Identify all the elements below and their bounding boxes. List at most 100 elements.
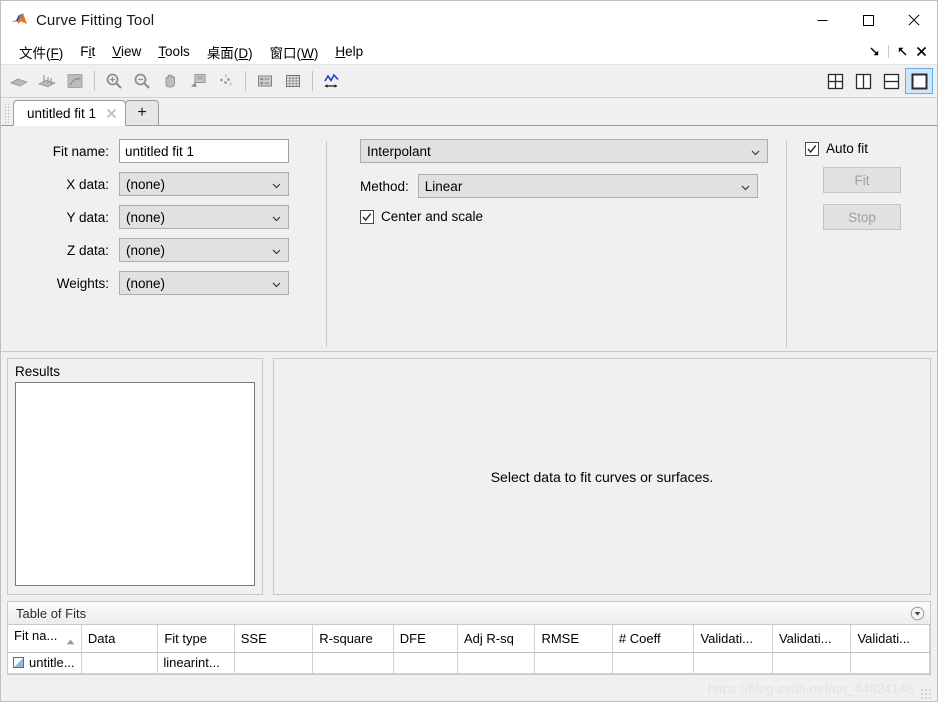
- center-and-scale-checkbox[interactable]: Center and scale: [360, 209, 768, 224]
- cell-sse[interactable]: [234, 653, 312, 674]
- cell-fit-name[interactable]: untitle...: [8, 653, 81, 674]
- minimize-button[interactable]: [799, 1, 845, 39]
- column-header-validation-3[interactable]: Validati...: [851, 625, 930, 653]
- pane-splitter[interactable]: [263, 358, 273, 595]
- axes-limits-icon[interactable]: [318, 68, 346, 94]
- center-and-scale-checkbox-box: [360, 210, 374, 224]
- cell-fit-type[interactable]: linearint...: [158, 653, 234, 674]
- x-data-label: X data:: [41, 177, 119, 192]
- z-data-row: Z data: (none): [41, 238, 326, 262]
- cell-adj-r-sq[interactable]: [457, 653, 534, 674]
- cell-num-coeff[interactable]: [612, 653, 694, 674]
- toolbar-separator-2: [245, 71, 246, 91]
- pan-hand-icon[interactable]: [156, 68, 184, 94]
- svg-text:x: x: [229, 81, 232, 87]
- tab-close-icon[interactable]: [105, 107, 118, 120]
- toolbar-separator: [94, 71, 95, 91]
- contour-plot-icon[interactable]: [61, 68, 89, 94]
- fit-name-input[interactable]: untitled fit 1: [119, 139, 289, 163]
- table-row[interactable]: untitle... linearint...: [8, 653, 930, 674]
- matlab-logo-icon: [10, 11, 28, 29]
- menu-tools[interactable]: Tools: [150, 42, 199, 61]
- y-data-row: Y data: (none): [41, 205, 326, 229]
- add-fit-tab-button[interactable]: +: [125, 100, 159, 125]
- fit-name-value: untitled fit 1: [125, 144, 194, 159]
- column-header-validation-2[interactable]: Validati...: [772, 625, 850, 653]
- column-header-fit-type[interactable]: Fit type: [158, 625, 234, 653]
- cell-data[interactable]: [81, 653, 157, 674]
- column-header-dfe[interactable]: DFE: [393, 625, 457, 653]
- grid-icon[interactable]: [279, 68, 307, 94]
- svg-text:x: x: [225, 73, 228, 79]
- stop-button[interactable]: Stop: [823, 204, 901, 230]
- cell-validation-3[interactable]: [851, 653, 930, 674]
- menu-desktop[interactable]: 桌面(D): [199, 40, 262, 64]
- cell-validation-1[interactable]: [694, 653, 772, 674]
- undock-arrow-icon[interactable]: [894, 43, 911, 60]
- fit-options-panel: Fit name: untitled fit 1 X data: (none) …: [1, 126, 937, 351]
- zoom-out-icon[interactable]: [128, 68, 156, 94]
- legend-icon[interactable]: [251, 68, 279, 94]
- column-header-adj-r-sq[interactable]: Adj R-sq: [457, 625, 534, 653]
- tab-strip-grip[interactable]: [3, 103, 11, 125]
- auto-fit-checkbox[interactable]: Auto fit: [805, 141, 938, 156]
- resize-grip-icon[interactable]: [920, 688, 931, 699]
- fit-type-select[interactable]: Interpolant: [360, 139, 768, 163]
- tab-label: untitled fit 1: [27, 106, 96, 121]
- column-header-num-coeff[interactable]: # Coeff: [612, 625, 694, 653]
- table-of-fits-title: Table of Fits: [16, 606, 86, 621]
- fit-button[interactable]: Fit: [823, 167, 901, 193]
- chevron-down-icon: [271, 245, 282, 256]
- cell-rmse[interactable]: [535, 653, 612, 674]
- weights-row: Weights: (none): [41, 271, 326, 295]
- column-header-r-square[interactable]: R-square: [313, 625, 394, 653]
- menu-view[interactable]: View: [104, 42, 150, 61]
- fit-name-label: Fit name:: [41, 144, 119, 159]
- z-data-value: (none): [126, 243, 165, 258]
- cell-dfe[interactable]: [393, 653, 457, 674]
- layout-vertical-split-button[interactable]: [849, 68, 877, 94]
- layout-single-pane-button[interactable]: [905, 68, 933, 94]
- plot-panel[interactable]: Select data to fit curves or surfaces.: [273, 358, 931, 595]
- menu-help[interactable]: Help: [327, 42, 372, 61]
- cell-r-square[interactable]: [313, 653, 394, 674]
- zoom-in-icon[interactable]: [100, 68, 128, 94]
- fit-surface-icon[interactable]: [5, 68, 33, 94]
- x-data-select[interactable]: (none): [119, 172, 289, 196]
- maximize-button[interactable]: [845, 1, 891, 39]
- results-textarea[interactable]: [15, 382, 255, 586]
- menu-file[interactable]: 文件(F): [11, 40, 72, 64]
- layout-horizontal-split-button[interactable]: [877, 68, 905, 94]
- method-label: Method:: [360, 179, 409, 194]
- toolbar-layout-group: [821, 68, 933, 94]
- menu-window[interactable]: 窗口(W): [262, 40, 328, 64]
- fit-tab-strip: untitled fit 1 +: [1, 98, 937, 126]
- column-header-sse[interactable]: SSE: [234, 625, 312, 653]
- cell-validation-2[interactable]: [772, 653, 850, 674]
- column-header-fit-name[interactable]: Fit na...: [8, 625, 81, 653]
- status-bar: https://blog.csdn.net/qq_44824148: [1, 675, 937, 701]
- data-cursor-icon[interactable]: [184, 68, 212, 94]
- dock-arrow-icon[interactable]: [866, 43, 883, 60]
- column-header-rmse[interactable]: RMSE: [535, 625, 612, 653]
- layout-four-pane-button[interactable]: [821, 68, 849, 94]
- dropdown-circle-icon[interactable]: [909, 605, 926, 622]
- weights-label: Weights:: [41, 276, 119, 291]
- curve-fitting-tool-window: Curve Fitting Tool 文件(F) Fit View Tools …: [0, 0, 938, 702]
- column-header-validation-1[interactable]: Validati...: [694, 625, 772, 653]
- table-of-fits-header: Table of Fits: [8, 602, 930, 625]
- panel-close-icon[interactable]: [913, 43, 930, 60]
- y-data-select[interactable]: (none): [119, 205, 289, 229]
- fit-type-row: Interpolant: [360, 139, 768, 163]
- close-button[interactable]: [891, 1, 937, 39]
- exclude-outliers-icon[interactable]: x x: [212, 68, 240, 94]
- window-title: Curve Fitting Tool: [36, 12, 154, 29]
- method-select[interactable]: Linear: [418, 174, 758, 198]
- menu-fit[interactable]: Fit: [72, 42, 104, 61]
- tab-untitled-fit-1[interactable]: untitled fit 1: [13, 100, 126, 126]
- fit-surface-residuals-icon[interactable]: [33, 68, 61, 94]
- menu-sep: [888, 45, 889, 58]
- column-header-data[interactable]: Data: [81, 625, 157, 653]
- weights-select[interactable]: (none): [119, 271, 289, 295]
- z-data-select[interactable]: (none): [119, 238, 289, 262]
